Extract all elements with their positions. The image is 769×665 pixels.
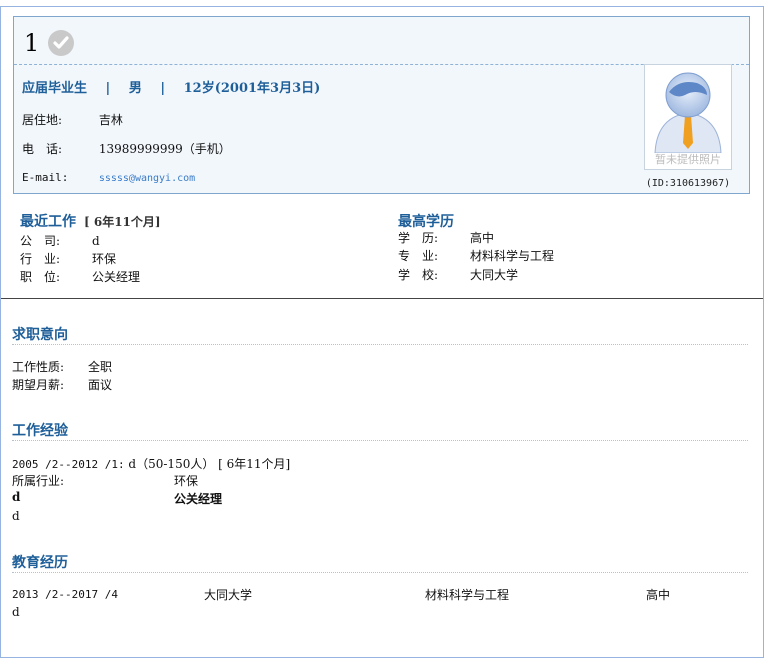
major-label: 专 业: — [398, 249, 439, 263]
experience-company: d（50-150人） [ 6年11个月] — [128, 457, 291, 471]
candidate-name: 1 — [24, 29, 40, 57]
recent-industry-row: 行 业: 环保 — [20, 250, 116, 267]
status-text: 应届毕业生 — [22, 81, 88, 96]
email-link[interactable]: sssss@wangyi.com — [99, 173, 195, 184]
company-value: d — [92, 234, 100, 248]
recent-position-row: 职 位: 公关经理 — [20, 268, 140, 285]
age-text: 12岁(2001年3月3日) — [183, 81, 321, 96]
education-school: 大同大学 — [204, 588, 253, 602]
section-rule — [12, 344, 748, 345]
position-value: 公关经理 — [92, 270, 141, 284]
industry-value: 环保 — [92, 252, 117, 266]
salary-value: 面议 — [88, 378, 113, 392]
education-period: 2013 /2--2017 /4 — [12, 588, 118, 601]
experience-department: d — [12, 490, 21, 504]
education-history-heading: 教育经历 — [12, 555, 68, 571]
work-experience-heading: 工作经验 — [12, 423, 68, 439]
profile-header: 1 应届毕业生 | 男 | 12岁(2001年3月3日) 居住地: 吉林 电 话… — [13, 16, 750, 194]
major-value: 材料科学与工程 — [470, 249, 555, 263]
job-type-value: 全职 — [88, 360, 113, 374]
location-value: 吉林 — [98, 113, 123, 127]
separator: | — [105, 81, 111, 96]
verified-check-icon — [48, 30, 74, 56]
header-divider — [14, 64, 749, 65]
recent-work-title: 最近工作 — [20, 214, 76, 230]
position-label: 职 位: — [20, 270, 61, 284]
avatar-icon — [654, 72, 722, 154]
job-type-row: 工作性质: 全职 — [12, 358, 112, 375]
phone-label: 电 话: — [22, 142, 63, 156]
section-rule — [12, 572, 748, 573]
degree-label: 学 历: — [398, 231, 439, 245]
salary-row: 期望月薪: 面议 — [12, 376, 112, 393]
profile-photo-placeholder: 暂未提供照片 — [644, 64, 732, 170]
degree-value: 高中 — [470, 231, 495, 245]
job-intention-heading: 求职意向 — [12, 327, 68, 343]
highest-education-heading: 最高学历 — [398, 214, 454, 230]
email-label: E-mail: — [22, 171, 69, 184]
experience-period: 2005 /2--2012 /1: — [12, 458, 125, 471]
section-rule — [12, 440, 748, 441]
experience-position: 公关经理 — [174, 492, 223, 506]
section-divider — [1, 298, 763, 299]
school-row: 学 校: 大同大学 — [398, 266, 518, 283]
school-value: 大同大学 — [470, 268, 519, 282]
education-major: 材料科学与工程 — [425, 588, 510, 602]
experience-industry-value: 环保 — [174, 474, 199, 488]
recent-company-row: 公 司: d — [20, 232, 100, 249]
location-label: 居住地: — [22, 113, 63, 127]
experience-industry-label: 所属行业: — [12, 474, 65, 488]
candidate-summary: 应届毕业生 | 男 | 12岁(2001年3月3日) — [22, 77, 334, 96]
education-description: d — [12, 605, 20, 619]
experience-description: d — [12, 509, 20, 523]
job-type-label: 工作性质: — [12, 360, 65, 374]
education-degree: 高中 — [646, 588, 671, 602]
degree-row: 学 历: 高中 — [398, 229, 494, 246]
major-row: 专 业: 材料科学与工程 — [398, 247, 554, 264]
phone-row: 电 话: 13989999999（手机） — [22, 140, 231, 157]
industry-label: 行 业: — [20, 252, 61, 266]
experience-header-row: 2005 /2--2012 /1: d（50-150人） [ 6年11个月] — [12, 455, 290, 472]
separator: | — [160, 81, 166, 96]
salary-label: 期望月薪: — [12, 378, 65, 392]
recent-work-duration: [ 6年11个月] — [84, 215, 161, 229]
school-label: 学 校: — [398, 268, 439, 282]
resume-frame: 1 应届毕业生 | 男 | 12岁(2001年3月3日) 居住地: 吉林 电 话… — [0, 6, 764, 658]
phone-value: 13989999999（手机） — [98, 142, 231, 156]
photo-caption: 暂未提供照片 — [655, 153, 721, 166]
company-label: 公 司: — [20, 234, 61, 248]
candidate-id: (ID:310613967) — [645, 178, 731, 189]
location-row: 居住地: 吉林 — [22, 111, 123, 128]
gender-text: 男 — [128, 81, 142, 96]
recent-work-heading: 最近工作 [ 6年11个月] — [20, 211, 161, 231]
email-row: E-mail: sssss@wangyi.com — [22, 170, 195, 184]
